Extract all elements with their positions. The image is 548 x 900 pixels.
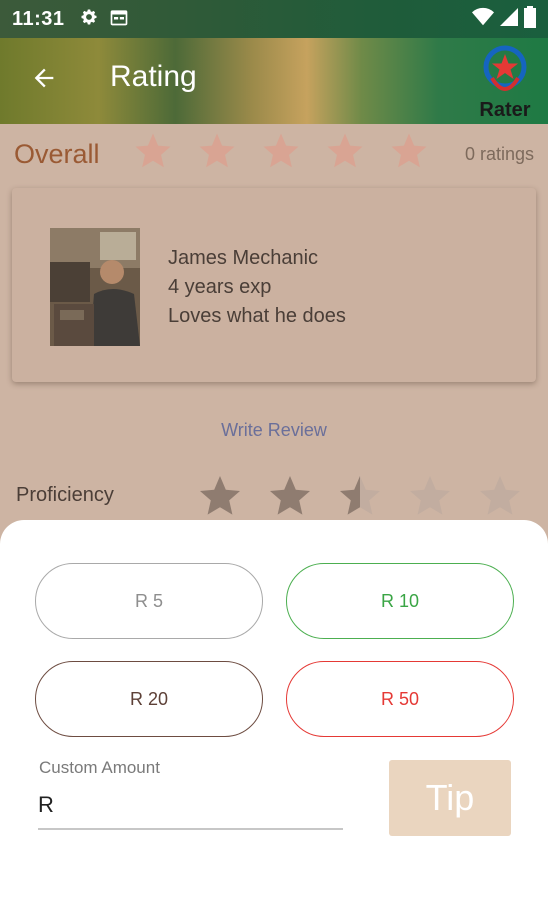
- wifi-icon: [472, 7, 494, 32]
- calendar-icon: [109, 7, 129, 32]
- star-icon[interactable]: [388, 130, 430, 172]
- profile-name: James Mechanic: [168, 247, 319, 269]
- app-logo: Rater: [472, 42, 538, 122]
- profile-experience: 4 years exp: [168, 276, 272, 298]
- logo-text: Rater: [479, 99, 531, 121]
- profile-photo: [50, 228, 140, 346]
- star-filled-icon[interactable]: [196, 472, 244, 520]
- star-icon[interactable]: [132, 130, 174, 172]
- page-title: Rating: [110, 60, 197, 93]
- signal-icon: [500, 7, 518, 32]
- star-filled-icon[interactable]: [266, 472, 314, 520]
- arrow-left-icon: [30, 64, 58, 97]
- star-icon[interactable]: [324, 130, 366, 172]
- write-review-link[interactable]: Write Review: [0, 420, 548, 441]
- proficiency-label: Proficiency: [16, 484, 114, 506]
- proficiency-stars[interactable]: [196, 472, 524, 520]
- custom-amount-input[interactable]: [38, 782, 343, 830]
- tip-r5-button[interactable]: R 5: [35, 563, 263, 639]
- tip-r50-button[interactable]: R 50: [286, 661, 514, 737]
- status-bar: 11:31: [0, 0, 548, 38]
- ratings-count: 0 ratings: [464, 144, 534, 164]
- back-button[interactable]: [26, 62, 62, 98]
- overall-row: Overall 0 ratings: [14, 130, 534, 178]
- tip-r20-button[interactable]: R 20: [35, 661, 263, 737]
- app-bar: Rating Rater: [0, 38, 548, 124]
- status-time: 11:31: [12, 7, 65, 30]
- tip-bottom-sheet: R 5 R 10 R 20 R 50 Custom Amount Tip: [0, 520, 548, 900]
- custom-amount-label: Custom Amount: [39, 758, 160, 777]
- tip-button[interactable]: Tip: [389, 760, 511, 836]
- profile-card: James Mechanic 4 years exp Loves what he…: [12, 188, 536, 382]
- star-icon[interactable]: [196, 130, 238, 172]
- star-half-icon[interactable]: [336, 472, 384, 520]
- star-icon[interactable]: [260, 130, 302, 172]
- star-empty-icon[interactable]: [476, 472, 524, 520]
- tip-r10-button[interactable]: R 10: [286, 563, 514, 639]
- battery-icon: [524, 5, 536, 33]
- overall-label: Overall: [14, 138, 100, 169]
- star-empty-icon[interactable]: [406, 472, 454, 520]
- rater-logo-icon: [483, 45, 527, 91]
- profile-details: James Mechanic 4 years exp Loves what he…: [168, 244, 346, 331]
- profile-bio: Loves what he does: [168, 305, 346, 327]
- overall-stars[interactable]: [132, 130, 430, 172]
- settings-icon: [79, 7, 99, 32]
